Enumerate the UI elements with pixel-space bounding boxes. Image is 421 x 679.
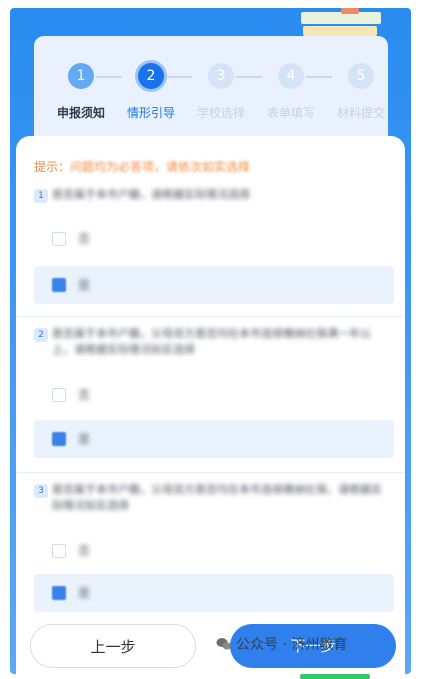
question-number-badge: 2 (34, 328, 48, 342)
checkbox[interactable] (52, 388, 66, 402)
option-label: 否 (78, 544, 91, 558)
question-number-badge: 1 (34, 189, 48, 203)
checkbox-checked[interactable] (52, 432, 66, 446)
option-label: 否 (78, 388, 91, 402)
step-3-label: 学校选择 (196, 106, 245, 120)
step-2-circle: 2 (138, 63, 164, 89)
checkbox-checked[interactable] (52, 278, 66, 292)
step-5-circle: 5 (348, 63, 374, 89)
step-5-label: 材料提交 (336, 106, 385, 120)
header-illustration (293, 8, 381, 38)
question-card: 提示：问题均为必答项，请依次如实选择 1 是否属于本市户籍，请根据实际情况选择 … (16, 136, 405, 674)
bottom-action-bar: 上一步 下一步 公众号 · 济州教育 (10, 612, 411, 674)
tip-notice: 提示：问题均为必答项，请依次如实选择 (34, 158, 250, 175)
question-text: 是否属于本市户籍，请根据实际情况选择 (52, 188, 250, 201)
step-4-circle: 4 (278, 63, 304, 89)
step-2-label: 情形引导 (126, 106, 175, 120)
tip-text: 问题均为必答项，请依次如实选择 (70, 160, 251, 174)
step-1-label: 申报须知 (56, 106, 105, 120)
option-yes-selected[interactable]: 是 (34, 574, 394, 612)
option-no[interactable]: 否 (34, 376, 394, 414)
divider (16, 316, 405, 317)
checkbox-checked[interactable] (52, 586, 66, 600)
option-label: 否 (78, 232, 91, 246)
step-1-circle: 1 (68, 63, 94, 89)
wechat-icon (216, 638, 232, 650)
step-connector (306, 76, 332, 78)
watermark: 公众号 · 济州教育 (216, 634, 347, 654)
question-text: 是否属于本市户籍，父母双方是否均在本市连续缴纳社保，请根据实际情况如实选择 (52, 483, 382, 512)
step-connector (96, 76, 122, 78)
progress-stepper: 1 2 3 4 5 申报须知 情形引导 学校选择 表单填写 材料提交 (34, 36, 388, 146)
checkbox[interactable] (52, 232, 66, 246)
option-no[interactable]: 否 (34, 532, 394, 570)
option-label: 是 (78, 586, 91, 600)
option-label: 是 (78, 432, 91, 446)
question-text: 是否属于本市户籍，父母双方是否均在本市连续缴纳社保满一年以上，请根据实际情况如实… (52, 327, 371, 356)
step-3-circle: 3 (208, 63, 234, 89)
question-number-badge: 3 (34, 484, 48, 498)
step-connector (236, 76, 262, 78)
prev-step-button[interactable]: 上一步 (30, 624, 196, 668)
checkbox[interactable] (52, 544, 66, 558)
step-connector (166, 76, 192, 78)
step-4-label: 表单填写 (266, 106, 315, 120)
app-frame: 1 2 3 4 5 申报须知 情形引导 学校选择 表单填写 材料提交 提示：问题… (10, 8, 411, 674)
watermark-text: 公众号 · 济州教育 (236, 637, 348, 653)
option-yes-selected[interactable]: 是 (34, 420, 394, 458)
tip-prefix: 提示： (34, 160, 71, 174)
home-indicator (300, 674, 370, 679)
divider (16, 472, 405, 473)
option-no[interactable]: 否 (34, 220, 394, 258)
option-yes-selected[interactable]: 是 (34, 266, 394, 304)
option-label: 是 (78, 278, 91, 292)
